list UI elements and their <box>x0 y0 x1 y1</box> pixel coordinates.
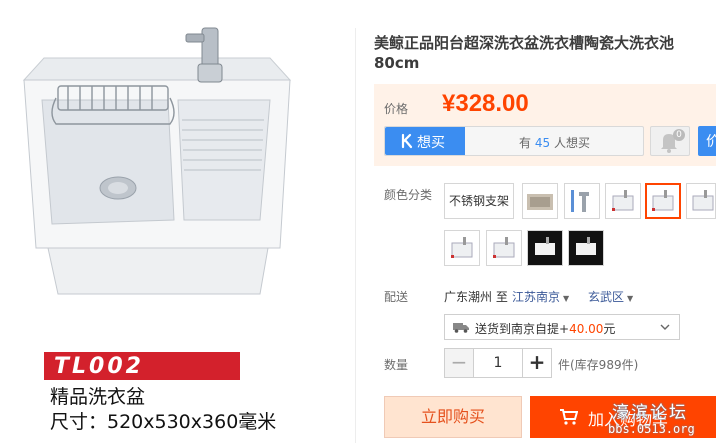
model-badge: TL002 <box>44 352 240 380</box>
stock-info: 件(库存989件) <box>558 358 639 372</box>
price-label: 价格 <box>384 102 409 116</box>
thumb-black-sink-icon <box>528 231 562 265</box>
shipping-label: 配送 <box>384 290 409 304</box>
cart-icon <box>560 409 578 425</box>
notify-badge: 0 <box>673 129 685 141</box>
thumb-sink-icon <box>652 190 674 211</box>
ship-origin: 广东潮州 至 <box>444 290 508 304</box>
product-title-line2: 80cm <box>374 54 420 72</box>
truck-icon <box>453 323 469 333</box>
color-option-thumb[interactable] <box>686 183 716 219</box>
color-option-thumb[interactable] <box>564 183 600 219</box>
caret-down-icon: ▼ <box>627 294 634 303</box>
thumb-sink-icon <box>612 190 634 211</box>
sink-illustration <box>22 27 292 295</box>
want-count-number: 45 <box>534 136 551 150</box>
thumb-sink-icon <box>493 237 515 258</box>
quantity-label: 数量 <box>384 358 409 372</box>
quantity-decrement-button[interactable]: − <box>444 348 474 378</box>
color-option-thumb[interactable] <box>605 183 641 219</box>
thumb-faucet-icon <box>571 190 589 212</box>
watermark-name: 濠滨论坛 <box>612 403 688 423</box>
site-watermark: 濠滨论坛 bbs.0513.org <box>600 398 716 442</box>
color-option-thumb[interactable] <box>522 183 558 219</box>
shipping-option: 送货到南京自提+ <box>475 322 570 336</box>
product-image: TL002 精品洗衣盆 尺寸：520x530x360毫米 <box>0 0 338 443</box>
product-caption-name: 精品洗衣盆 <box>50 386 146 408</box>
thumb-box-icon <box>527 194 553 210</box>
color-option-thumb[interactable] <box>568 230 604 266</box>
want-count-prefix: 有 <box>519 136 532 150</box>
price-box: 价格 ¥328.00 想买 有 45 人想买 0 价 <box>374 84 716 166</box>
color-option-thumb-selected[interactable] <box>645 183 681 219</box>
color-option-thumb[interactable] <box>486 230 522 266</box>
quantity-input[interactable]: 1 <box>473 348 523 378</box>
price-compare-button[interactable]: 价 <box>698 126 716 156</box>
want-count-suffix: 人想买 <box>553 136 590 150</box>
ship-district: 玄武区 <box>588 290 625 304</box>
shipping-fee-unit: 元 <box>603 322 616 336</box>
ship-district-select[interactable]: 玄武区 ▼ <box>588 288 633 305</box>
color-option-thumb[interactable] <box>527 230 563 266</box>
buy-now-button[interactable]: 立即购买 <box>384 396 522 438</box>
wishlist-icon <box>401 133 413 149</box>
want-button-label: 想买 <box>417 135 445 151</box>
caret-down-icon: ▼ <box>563 294 570 303</box>
product-caption-size: 尺寸：520x530x360毫米 <box>50 411 277 433</box>
shipping-fee: 40.00 <box>569 322 604 336</box>
product-title: 美鲸正品阳台超深洗衣盆洗衣槽陶瓷大洗衣池 <box>374 34 675 52</box>
shipping-method-select[interactable]: 送货到南京自提+40.00元 <box>444 314 680 340</box>
model-code: TL002 <box>54 354 144 379</box>
color-label: 颜色分类 <box>384 188 433 202</box>
price-value: ¥328.00 <box>442 90 529 117</box>
color-option-text[interactable]: 不锈钢支架 <box>444 183 514 219</box>
want-button[interactable]: 想买 <box>385 127 465 155</box>
chevron-down-icon <box>660 324 670 330</box>
thumb-sink-icon <box>692 190 714 211</box>
thumb-black-sink-icon <box>569 231 603 265</box>
ship-destination: 江苏南京 <box>512 290 561 304</box>
ship-destination-select[interactable]: 江苏南京 ▼ <box>512 288 569 305</box>
watermark-url: bbs.0513.org <box>608 422 695 436</box>
notify-button[interactable]: 0 <box>650 126 690 156</box>
quantity-increment-button[interactable]: + <box>522 348 552 378</box>
panel-divider <box>355 28 356 443</box>
thumb-sink-icon <box>451 237 473 258</box>
shipping-method-text: 送货到南京自提+40.00元 <box>475 320 615 337</box>
color-option-thumb[interactable] <box>444 230 480 266</box>
want-count: 有 45 人想买 <box>519 134 590 151</box>
want-bar: 想买 有 45 人想买 <box>384 126 644 156</box>
